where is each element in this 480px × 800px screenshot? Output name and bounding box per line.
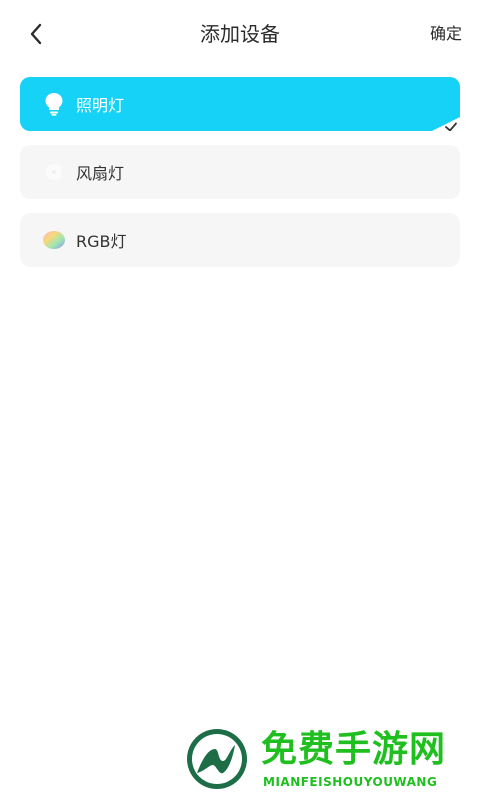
device-option-label: 照明灯 (76, 96, 125, 115)
watermark-logo-icon (187, 729, 247, 789)
checkmark-icon (445, 122, 457, 131)
page-title: 添加设备 (200, 22, 280, 46)
rgb-color-icon (42, 228, 66, 252)
header-bar: 添加设备 确定 (0, 0, 480, 68)
watermark: 免费手游网 MIANFEISHOUYOUWANG (185, 725, 475, 795)
device-option-rgb-light[interactable]: RGB灯 (20, 213, 460, 267)
light-bulb-icon (42, 92, 66, 116)
watermark-title: 免费手游网 (261, 729, 447, 770)
fan-icon (42, 160, 66, 184)
watermark-subtitle: MIANFEISHOUYOUWANG (263, 775, 438, 789)
device-type-list: 照明灯 风扇灯 RGB灯 (20, 77, 460, 281)
confirm-button[interactable]: 确定 (430, 22, 462, 46)
device-option-label: 风扇灯 (76, 164, 125, 183)
device-option-label: RGB灯 (76, 232, 127, 251)
device-option-fan-light[interactable]: 风扇灯 (20, 145, 460, 199)
device-option-lighting[interactable]: 照明灯 (20, 77, 460, 131)
